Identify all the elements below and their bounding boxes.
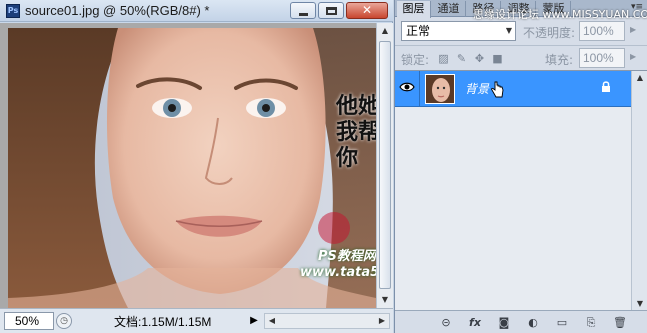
scroll-thumb[interactable] bbox=[379, 41, 391, 289]
maximize-icon bbox=[326, 7, 337, 15]
layer-name[interactable]: 背景 bbox=[465, 80, 489, 97]
document-vertical-scrollbar[interactable]: ▲ ▼ bbox=[376, 23, 393, 308]
watermark-brand: PS教程网 bbox=[318, 249, 376, 264]
blend-mode-value: 正常 bbox=[406, 24, 431, 38]
scroll-down-icon[interactable]: ▼ bbox=[377, 292, 393, 308]
scroll-down-icon[interactable]: ▼ bbox=[632, 297, 647, 311]
lock-all-icon[interactable]: ■ bbox=[491, 52, 504, 65]
photoshop-window: Ps source01.jpg @ 50%(RGB/8#) * ✕ 他她我帮你 … bbox=[0, 0, 647, 333]
fill-input[interactable]: 100% bbox=[579, 48, 625, 68]
eye-icon[interactable] bbox=[399, 81, 415, 95]
zoom-input[interactable]: 50% bbox=[4, 312, 54, 330]
lock-transparency-icon[interactable]: ▨ bbox=[437, 52, 450, 65]
minimize-button[interactable] bbox=[290, 2, 316, 19]
document-horizontal-scrollbar[interactable]: ◀ ▶ bbox=[264, 313, 390, 329]
layers-list: 背景 ▲ ▼ bbox=[395, 70, 647, 311]
hand-cursor-icon bbox=[491, 81, 504, 98]
scroll-up-icon[interactable]: ▲ bbox=[632, 71, 647, 85]
lock-pixels-icon[interactable]: ✎ bbox=[455, 52, 468, 65]
scroll-left-icon[interactable]: ◀ bbox=[265, 314, 279, 328]
lock-label: 锁定: bbox=[401, 53, 430, 67]
layers-panel-footer: ⊝ fx ◙ ◐ ▭ ⎘ 🗑 bbox=[395, 310, 647, 333]
fill-label: 填充: bbox=[545, 53, 574, 67]
layers-panel: 图层 通道 路径 调整 蒙版 思缘设计论坛 www.MISSYUAN.COM ▾… bbox=[394, 0, 647, 333]
minimize-icon bbox=[299, 13, 308, 16]
blend-opacity-row: 正常 ▼ 不透明度: 100% ▶ bbox=[395, 19, 647, 43]
layer-thumbnail[interactable] bbox=[425, 74, 455, 104]
lock-fill-row: 锁定: ▨ ✎ ✥ ■ 填充: 100% ▶ bbox=[395, 45, 647, 69]
fill-arrow-icon[interactable]: ▶ bbox=[630, 52, 636, 61]
layers-vertical-scrollbar[interactable]: ▲ ▼ bbox=[631, 71, 647, 311]
opacity-label: 不透明度: bbox=[523, 26, 576, 40]
lock-position-icon[interactable]: ✥ bbox=[473, 52, 486, 65]
watermark-url: www.tata580.com bbox=[300, 265, 376, 280]
adjustment-layer-icon[interactable]: ◐ bbox=[525, 315, 541, 331]
opacity-arrow-icon[interactable]: ▶ bbox=[630, 25, 636, 34]
add-mask-icon[interactable]: ◙ bbox=[496, 315, 512, 331]
tab-layers[interactable]: 图层 bbox=[397, 1, 431, 18]
chevron-down-icon: ▼ bbox=[505, 26, 512, 35]
blend-mode-select[interactable]: 正常 ▼ bbox=[401, 21, 516, 41]
opacity-input[interactable]: 100% bbox=[579, 21, 625, 41]
close-button[interactable]: ✕ bbox=[346, 2, 388, 19]
maximize-button[interactable] bbox=[318, 2, 344, 19]
close-icon: ✕ bbox=[361, 3, 373, 17]
watermark-calligraphy: 他她我帮你 bbox=[336, 93, 376, 171]
link-layers-icon[interactable]: ⊝ bbox=[438, 315, 454, 331]
scroll-right-icon[interactable]: ▶ bbox=[375, 314, 389, 328]
document-window: Ps source01.jpg @ 50%(RGB/8#) * ✕ 他她我帮你 … bbox=[0, 0, 393, 333]
photoshop-logo-icon: Ps bbox=[6, 4, 20, 18]
fx-icon[interactable]: fx bbox=[467, 315, 483, 331]
delete-layer-icon[interactable]: 🗑 bbox=[612, 315, 628, 331]
document-titlebar[interactable]: Ps source01.jpg @ 50%(RGB/8#) * ✕ bbox=[0, 0, 393, 22]
status-menu-icon[interactable]: ◷ bbox=[56, 313, 72, 329]
scroll-up-icon[interactable]: ▲ bbox=[377, 23, 393, 39]
panel-menu-icon[interactable]: ▾≡ bbox=[631, 2, 643, 12]
layer-row-background[interactable]: 背景 bbox=[395, 71, 631, 107]
new-layer-icon[interactable]: ⎘ bbox=[583, 315, 599, 331]
panel-tabs: 图层 通道 路径 调整 蒙版 思缘设计论坛 www.MISSYUAN.COM ▾… bbox=[395, 0, 647, 21]
document-statusbar: 50% ◷ 文档:1.15M/1.15M ▶ ◀ ▶ bbox=[0, 308, 393, 333]
eye-separator bbox=[419, 71, 420, 107]
new-group-icon[interactable]: ▭ bbox=[554, 315, 570, 331]
status-menu-arrow-icon[interactable]: ▶ bbox=[247, 313, 261, 329]
document-size-info: 文档:1.15M/1.15M bbox=[114, 315, 212, 329]
tab-channels[interactable]: 通道 bbox=[432, 1, 466, 17]
document-title: source01.jpg @ 50%(RGB/8#) * bbox=[25, 3, 210, 18]
document-canvas[interactable]: 他她我帮你 PS教程网 www.tata580.com bbox=[0, 23, 376, 308]
lock-icon bbox=[602, 81, 610, 92]
